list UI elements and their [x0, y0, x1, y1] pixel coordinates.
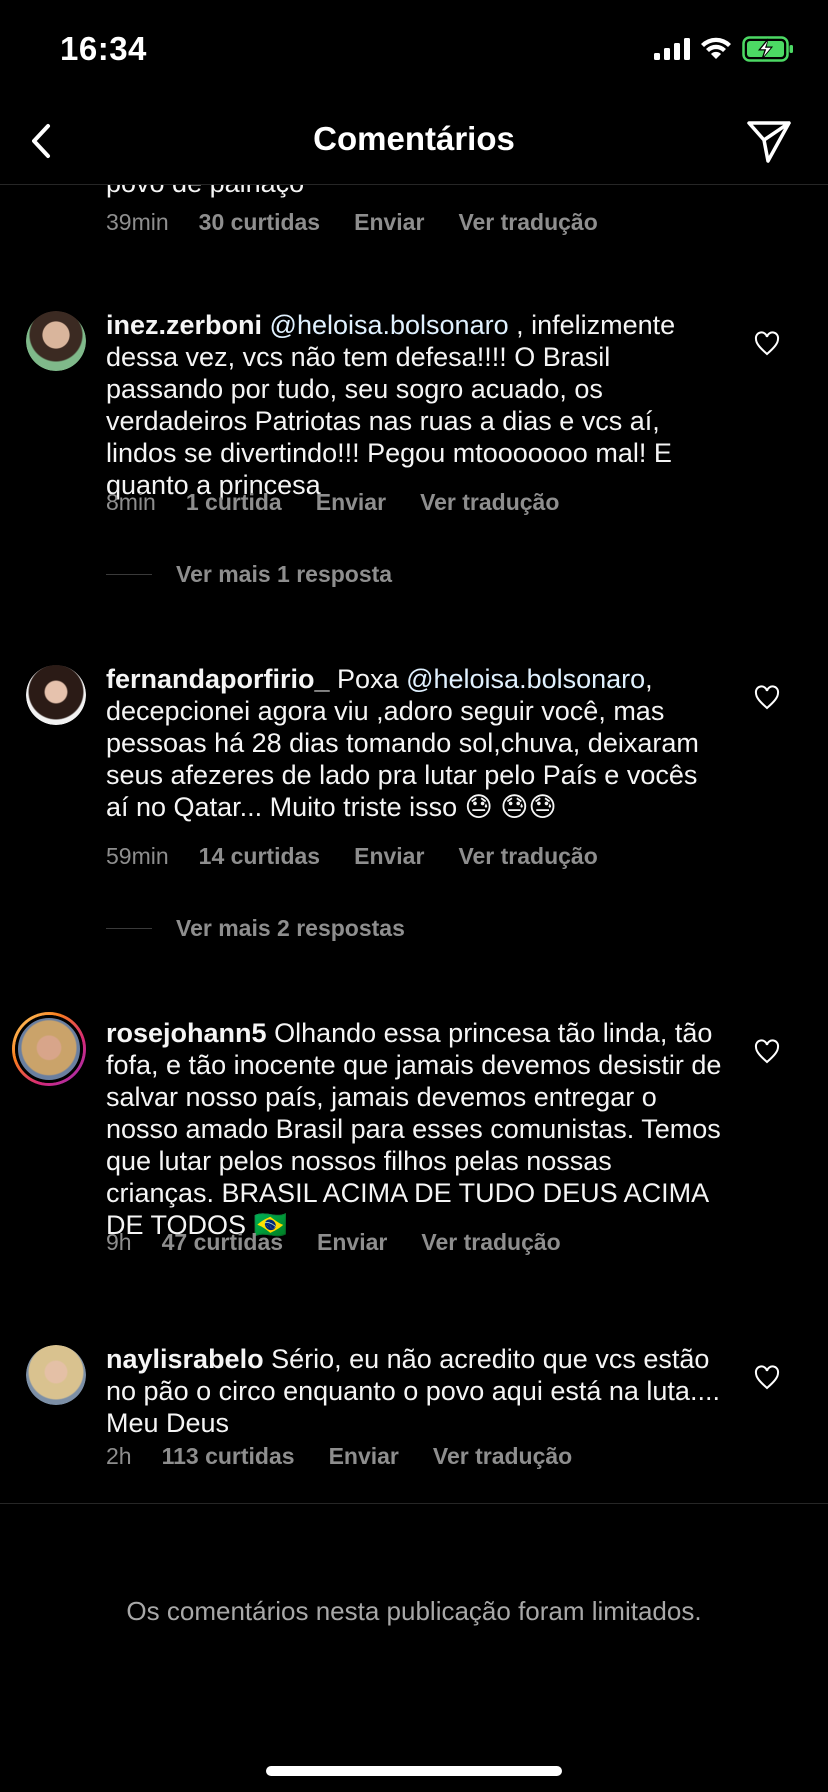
- comment-meta: 2h 113 curtidas Enviar Ver tradução: [106, 1443, 572, 1470]
- likes-count[interactable]: 1 curtida: [186, 489, 282, 516]
- replies-divider: [106, 928, 152, 929]
- comment-meta: 39min 30 curtidas Enviar Ver tradução: [106, 209, 598, 236]
- comment-text: inez.zerboni @heloisa.bolsonaro , infeli…: [106, 309, 726, 501]
- likes-count[interactable]: 14 curtidas: [199, 843, 320, 870]
- reply-button[interactable]: Enviar: [317, 1229, 387, 1256]
- comment-text: rosejohann5 Olhando essa princesa tão li…: [106, 1017, 726, 1241]
- avatar[interactable]: [26, 311, 86, 371]
- translate-button[interactable]: Ver tradução: [433, 1443, 572, 1470]
- comment-username[interactable]: naylisrabelo: [106, 1344, 264, 1374]
- replies-divider: [106, 574, 152, 575]
- heart-icon[interactable]: [754, 331, 780, 357]
- comment-text: povo de palhaço: [106, 185, 726, 199]
- comment-text: fernandaporfirio_ Poxa @heloisa.bolsonar…: [106, 663, 726, 823]
- translate-button[interactable]: Ver tradução: [458, 209, 597, 236]
- comment-text: naylisrabelo Sério, eu não acredito que …: [106, 1343, 726, 1439]
- battery-charging-icon: [742, 36, 793, 62]
- translate-button[interactable]: Ver tradução: [458, 843, 597, 870]
- comment-username[interactable]: fernandaporfirio_: [106, 664, 330, 694]
- comment-username[interactable]: rosejohann5: [106, 1018, 267, 1048]
- signal-icon: [654, 38, 690, 60]
- heart-icon[interactable]: [754, 685, 780, 711]
- footer-divider: [0, 1503, 828, 1504]
- view-replies-button[interactable]: Ver mais 2 respostas: [106, 915, 405, 942]
- likes-count[interactable]: 47 curtidas: [162, 1229, 283, 1256]
- comment-body: Olhando essa princesa tão linda, tão fof…: [106, 1018, 722, 1240]
- comment-meta: 8min 1 curtida Enviar Ver tradução: [106, 489, 559, 516]
- comment-time: 8min: [106, 489, 156, 515]
- nav-bar: Comentários: [0, 100, 828, 185]
- translate-button[interactable]: Ver tradução: [421, 1229, 560, 1256]
- comment-time: 39min: [106, 209, 169, 235]
- view-replies-button[interactable]: Ver mais 1 resposta: [106, 561, 392, 588]
- translate-button[interactable]: Ver tradução: [420, 489, 559, 516]
- likes-count[interactable]: 113 curtidas: [162, 1443, 295, 1470]
- likes-count[interactable]: 30 curtidas: [199, 209, 320, 236]
- comment-mention[interactable]: @heloisa.bolsonaro: [406, 664, 645, 694]
- status-time: 16:34: [60, 30, 147, 67]
- comment-time: 9h: [106, 1229, 132, 1255]
- wifi-icon: [701, 37, 731, 59]
- reply-button[interactable]: Enviar: [316, 489, 386, 516]
- send-icon[interactable]: [744, 116, 794, 166]
- heart-icon[interactable]: [754, 1039, 780, 1065]
- view-replies-label[interactable]: Ver mais 2 respostas: [176, 915, 405, 942]
- avatar[interactable]: [26, 1345, 86, 1405]
- comments-limited-notice: Os comentários nesta publicação foram li…: [126, 1596, 702, 1626]
- comment-username[interactable]: inez.zerboni: [106, 310, 262, 340]
- status-icons: [654, 36, 794, 62]
- reply-button[interactable]: Enviar: [354, 843, 424, 870]
- avatar[interactable]: [12, 1012, 86, 1086]
- comment-time: 2h: [106, 1443, 132, 1469]
- comment-body-prefix: Poxa: [337, 664, 407, 694]
- status-bar: 16:34: [0, 0, 828, 100]
- comment-mention[interactable]: @heloisa.bolsonaro: [270, 310, 509, 340]
- view-replies-label[interactable]: Ver mais 1 resposta: [176, 561, 392, 588]
- comment-meta: 59min 14 curtidas Enviar Ver tradução: [106, 843, 598, 870]
- home-indicator[interactable]: [266, 1766, 562, 1776]
- avatar[interactable]: [26, 665, 86, 725]
- page-title: Comentários: [313, 120, 515, 157]
- heart-icon[interactable]: [754, 1365, 780, 1391]
- reply-button[interactable]: Enviar: [329, 1443, 399, 1470]
- comment-time: 59min: [106, 843, 169, 869]
- comment-meta: 9h 47 curtidas Enviar Ver tradução: [106, 1229, 561, 1256]
- reply-button[interactable]: Enviar: [354, 209, 424, 236]
- comments-list[interactable]: povo de palhaço 39min 30 curtidas Enviar…: [0, 185, 828, 1503]
